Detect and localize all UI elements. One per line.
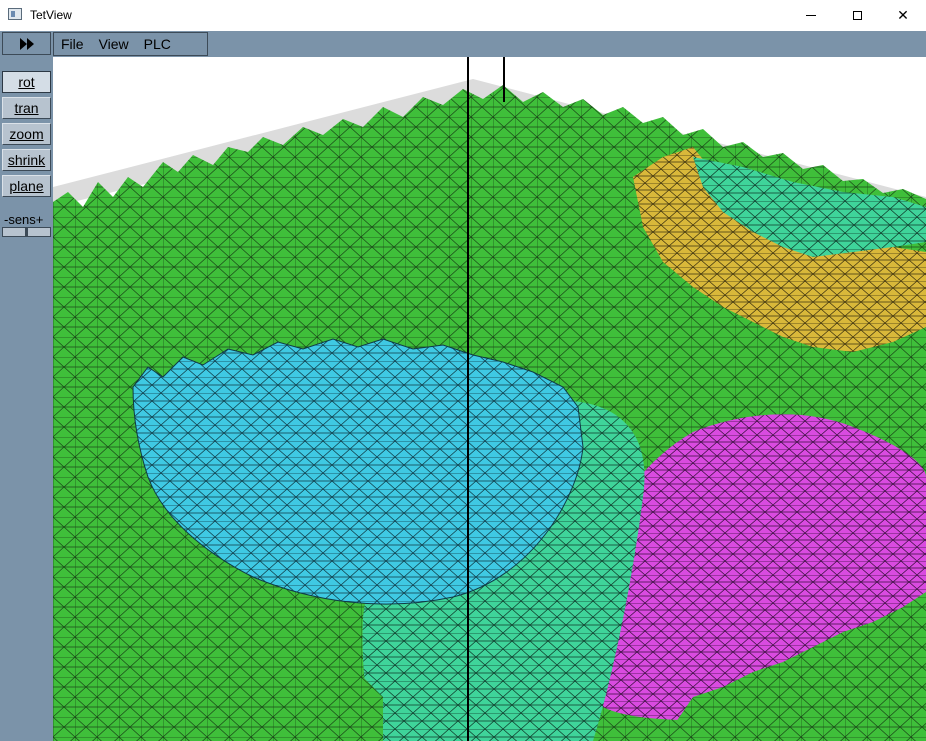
menu-file[interactable]: File <box>61 36 84 52</box>
tran-button[interactable]: tran <box>2 97 51 119</box>
rot-button[interactable]: rot <box>2 71 51 93</box>
sensitivity-slider[interactable] <box>2 227 51 237</box>
shrink-button[interactable]: shrink <box>2 149 51 171</box>
minimize-button[interactable] <box>788 0 834 31</box>
title-bar: TetView ✕ <box>0 0 926 32</box>
maximize-icon <box>852 11 862 20</box>
play-button[interactable] <box>2 32 51 55</box>
app-icon <box>8 8 22 20</box>
window-title: TetView <box>30 8 72 22</box>
close-button[interactable]: ✕ <box>880 0 926 31</box>
sensitivity-label: -sens+ <box>4 212 44 227</box>
mesh-viewport[interactable] <box>53 57 926 741</box>
tool-panel: rot tran zoom shrink plane -sens+ <box>0 57 53 741</box>
close-icon: ✕ <box>897 7 909 23</box>
maximize-button[interactable] <box>834 0 880 31</box>
zoom-button[interactable]: zoom <box>2 123 51 145</box>
mesh-canvas <box>53 57 926 741</box>
sensitivity-thumb[interactable] <box>25 228 28 236</box>
menu-view[interactable]: View <box>99 36 129 52</box>
plane-button[interactable]: plane <box>2 175 51 197</box>
minimize-icon <box>806 15 816 16</box>
menu-bar: File View PLC <box>53 32 208 56</box>
menu-plc[interactable]: PLC <box>144 36 171 52</box>
fast-forward-icon <box>19 37 34 50</box>
toolbar: File View PLC <box>0 31 926 57</box>
